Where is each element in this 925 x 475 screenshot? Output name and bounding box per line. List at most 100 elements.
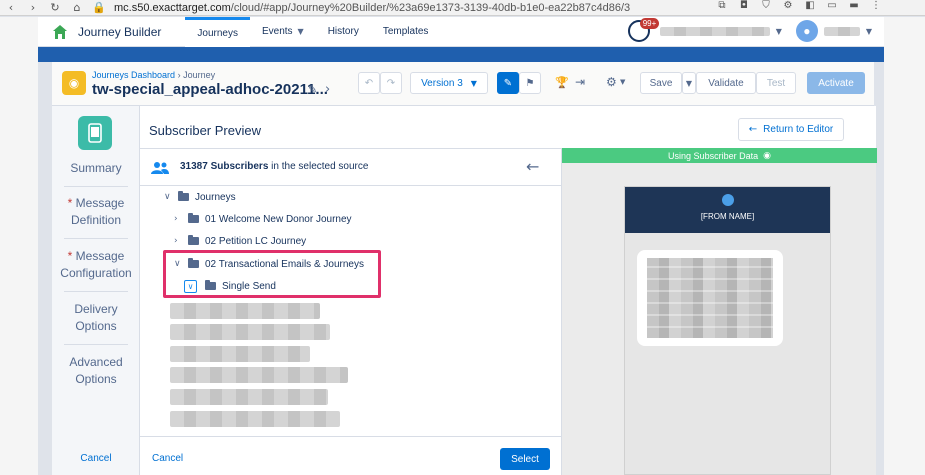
save-button[interactable]: Save bbox=[640, 72, 682, 94]
tab-label: Templates bbox=[382, 26, 429, 37]
back-icon[interactable]: ‹ bbox=[0, 1, 22, 14]
chevron-down-icon[interactable]: ▼ bbox=[620, 78, 625, 86]
settings-icon[interactable]: ⚙ bbox=[779, 0, 797, 11]
activate-button[interactable]: Activate bbox=[807, 72, 865, 94]
forward-icon[interactable]: › bbox=[22, 1, 44, 14]
step-message-definition[interactable]: * Message Definition bbox=[52, 195, 140, 229]
return-to-editor-button[interactable]: ← Return to Editor bbox=[738, 118, 844, 141]
chevron-right-icon[interactable]: › bbox=[174, 236, 188, 246]
reload-icon[interactable]: ↻ bbox=[44, 1, 66, 14]
test-button[interactable]: Test bbox=[756, 72, 796, 94]
tabs-icon[interactable]: ▭ bbox=[823, 0, 841, 11]
home-icon[interactable] bbox=[48, 20, 72, 44]
step-message-configuration[interactable]: * Message Configuration bbox=[52, 248, 140, 282]
exit-icon[interactable]: ⇥ bbox=[575, 75, 585, 89]
chevron-down-icon: ▼ bbox=[470, 78, 477, 88]
save-options-button[interactable]: ▼ bbox=[682, 72, 696, 94]
chevron-right-icon[interactable]: › bbox=[325, 82, 330, 97]
user-name[interactable] bbox=[823, 26, 860, 36]
chevron-down-icon: ▼ bbox=[685, 78, 693, 88]
breadcrumb: Journeys Dashboard › Journey bbox=[92, 70, 215, 80]
extension-icon[interactable]: ◧ bbox=[801, 0, 819, 11]
blurred-tree-item[interactable] bbox=[170, 303, 320, 319]
undo-icon: ↶ bbox=[364, 77, 374, 89]
activity-button[interactable]: ⚑ bbox=[519, 72, 541, 94]
step-label: Configuration bbox=[60, 266, 132, 280]
step-label: Summary bbox=[70, 161, 122, 175]
lock-icon: 🔒 bbox=[92, 1, 106, 14]
menu-icon[interactable]: ⋮ bbox=[867, 0, 885, 11]
gear-icon[interactable]: ⚙ bbox=[606, 75, 617, 89]
redo-button[interactable]: ↷ bbox=[380, 72, 402, 94]
message-header: [FROM NAME] bbox=[625, 187, 830, 233]
translate-icon[interactable]: ⧉ bbox=[713, 0, 731, 11]
save-label: Save bbox=[649, 77, 673, 89]
breadcrumb-separator: › bbox=[177, 70, 181, 80]
subscriber-source-text: in the selected source bbox=[268, 161, 369, 172]
tree-label: 01 Welcome New Donor Journey bbox=[205, 213, 352, 225]
highlight-box bbox=[163, 250, 381, 298]
blurred-tree-item[interactable] bbox=[170, 367, 348, 383]
folder-icon bbox=[188, 235, 199, 245]
mobile-phone-icon bbox=[78, 116, 112, 150]
home-icon[interactable]: ⌂ bbox=[66, 1, 88, 14]
redo-icon: ↷ bbox=[386, 77, 396, 89]
tree-node-journeys[interactable]: ∨ Journeys bbox=[164, 188, 236, 206]
tab-label: Events bbox=[261, 26, 293, 37]
activity-icon: ⚑ bbox=[525, 77, 535, 89]
tree-node-petition-journey[interactable]: › 02 Petition LC Journey bbox=[174, 232, 306, 250]
step-label: Options bbox=[75, 319, 117, 333]
chevron-down-icon[interactable]: ▼ bbox=[776, 27, 782, 36]
tab-events[interactable]: Events ▼ bbox=[250, 17, 316, 47]
page-margin-left bbox=[0, 17, 38, 475]
blurred-message-content bbox=[647, 258, 773, 338]
edit-mode-button[interactable]: ✎ bbox=[497, 72, 519, 94]
undo-button[interactable]: ↶ bbox=[358, 72, 380, 94]
eye-icon[interactable]: ◉ bbox=[763, 151, 771, 161]
test-label: Test bbox=[766, 77, 786, 89]
email-preview-pane: Using Subscriber Data ◉ [FROM NAME] bbox=[561, 148, 877, 475]
step-summary[interactable]: Summary bbox=[52, 160, 140, 177]
tab-history[interactable]: History bbox=[316, 17, 371, 47]
blurred-tree-item[interactable] bbox=[170, 389, 328, 405]
cancel-link[interactable]: Cancel bbox=[52, 453, 140, 464]
validate-button[interactable]: Validate bbox=[696, 72, 756, 94]
shield-icon[interactable]: ⛉ bbox=[757, 0, 775, 11]
arrow-left-icon: ← bbox=[748, 124, 758, 135]
address-bar[interactable]: mc.s50.exacttarget.com/cloud/#app/Journe… bbox=[114, 2, 630, 14]
chevron-right-icon[interactable]: › bbox=[174, 214, 188, 224]
step-advanced-options[interactable]: Advanced Options bbox=[52, 354, 140, 388]
required-asterisk: * bbox=[67, 249, 76, 263]
blurred-tree-item[interactable] bbox=[170, 346, 310, 362]
avatar[interactable]: ● bbox=[795, 20, 818, 42]
goal-icon[interactable]: 🏆 bbox=[555, 76, 569, 89]
journey-name: tw-special_appeal-adhoc-20211... bbox=[92, 81, 328, 98]
tab-label: History bbox=[327, 26, 359, 37]
subscriber-count: 31387 Subscribers in the selected source bbox=[180, 161, 368, 172]
breadcrumb-dashboard-link[interactable]: Journeys Dashboard bbox=[92, 70, 175, 80]
notification-badge: 99+ bbox=[639, 18, 660, 29]
return-label: Return to Editor bbox=[763, 124, 834, 135]
blurred-tree-item[interactable] bbox=[170, 324, 330, 340]
blurred-tree-item[interactable] bbox=[170, 411, 340, 427]
business-unit-selector[interactable] bbox=[659, 26, 770, 36]
chevron-down-icon[interactable]: ▼ bbox=[866, 27, 872, 36]
cancel-link[interactable]: Cancel bbox=[152, 453, 183, 464]
step-delivery-options[interactable]: Delivery Options bbox=[52, 301, 140, 335]
pencil-icon[interactable]: ✎ bbox=[308, 83, 317, 96]
users-icon bbox=[151, 162, 169, 174]
back-arrow-icon[interactable]: ← bbox=[526, 157, 539, 176]
source-bar: 31387 Subscribers in the selected source… bbox=[140, 148, 561, 186]
data-source-tree: ∨ Journeys › 01 Welcome New Donor Journey … bbox=[140, 186, 561, 436]
step-label: Message bbox=[75, 249, 125, 263]
chevron-down-icon[interactable]: ∨ bbox=[164, 192, 178, 202]
version-select[interactable]: Version 3 ▼ bbox=[410, 72, 488, 94]
tab-templates[interactable]: Templates bbox=[371, 17, 441, 47]
select-button[interactable]: Select bbox=[500, 448, 550, 470]
tab-journeys[interactable]: Journeys bbox=[185, 16, 250, 47]
camera-icon[interactable]: ◘ bbox=[735, 0, 753, 11]
required-asterisk: * bbox=[67, 196, 76, 210]
notifications-icon[interactable]: 99+ bbox=[627, 18, 660, 42]
browser-toolbar: ‹ › ↻ ⌂ 🔒 mc.s50.exacttarget.com/cloud/#… bbox=[0, 0, 925, 16]
tree-node-welcome-journey[interactable]: › 01 Welcome New Donor Journey bbox=[174, 210, 352, 228]
